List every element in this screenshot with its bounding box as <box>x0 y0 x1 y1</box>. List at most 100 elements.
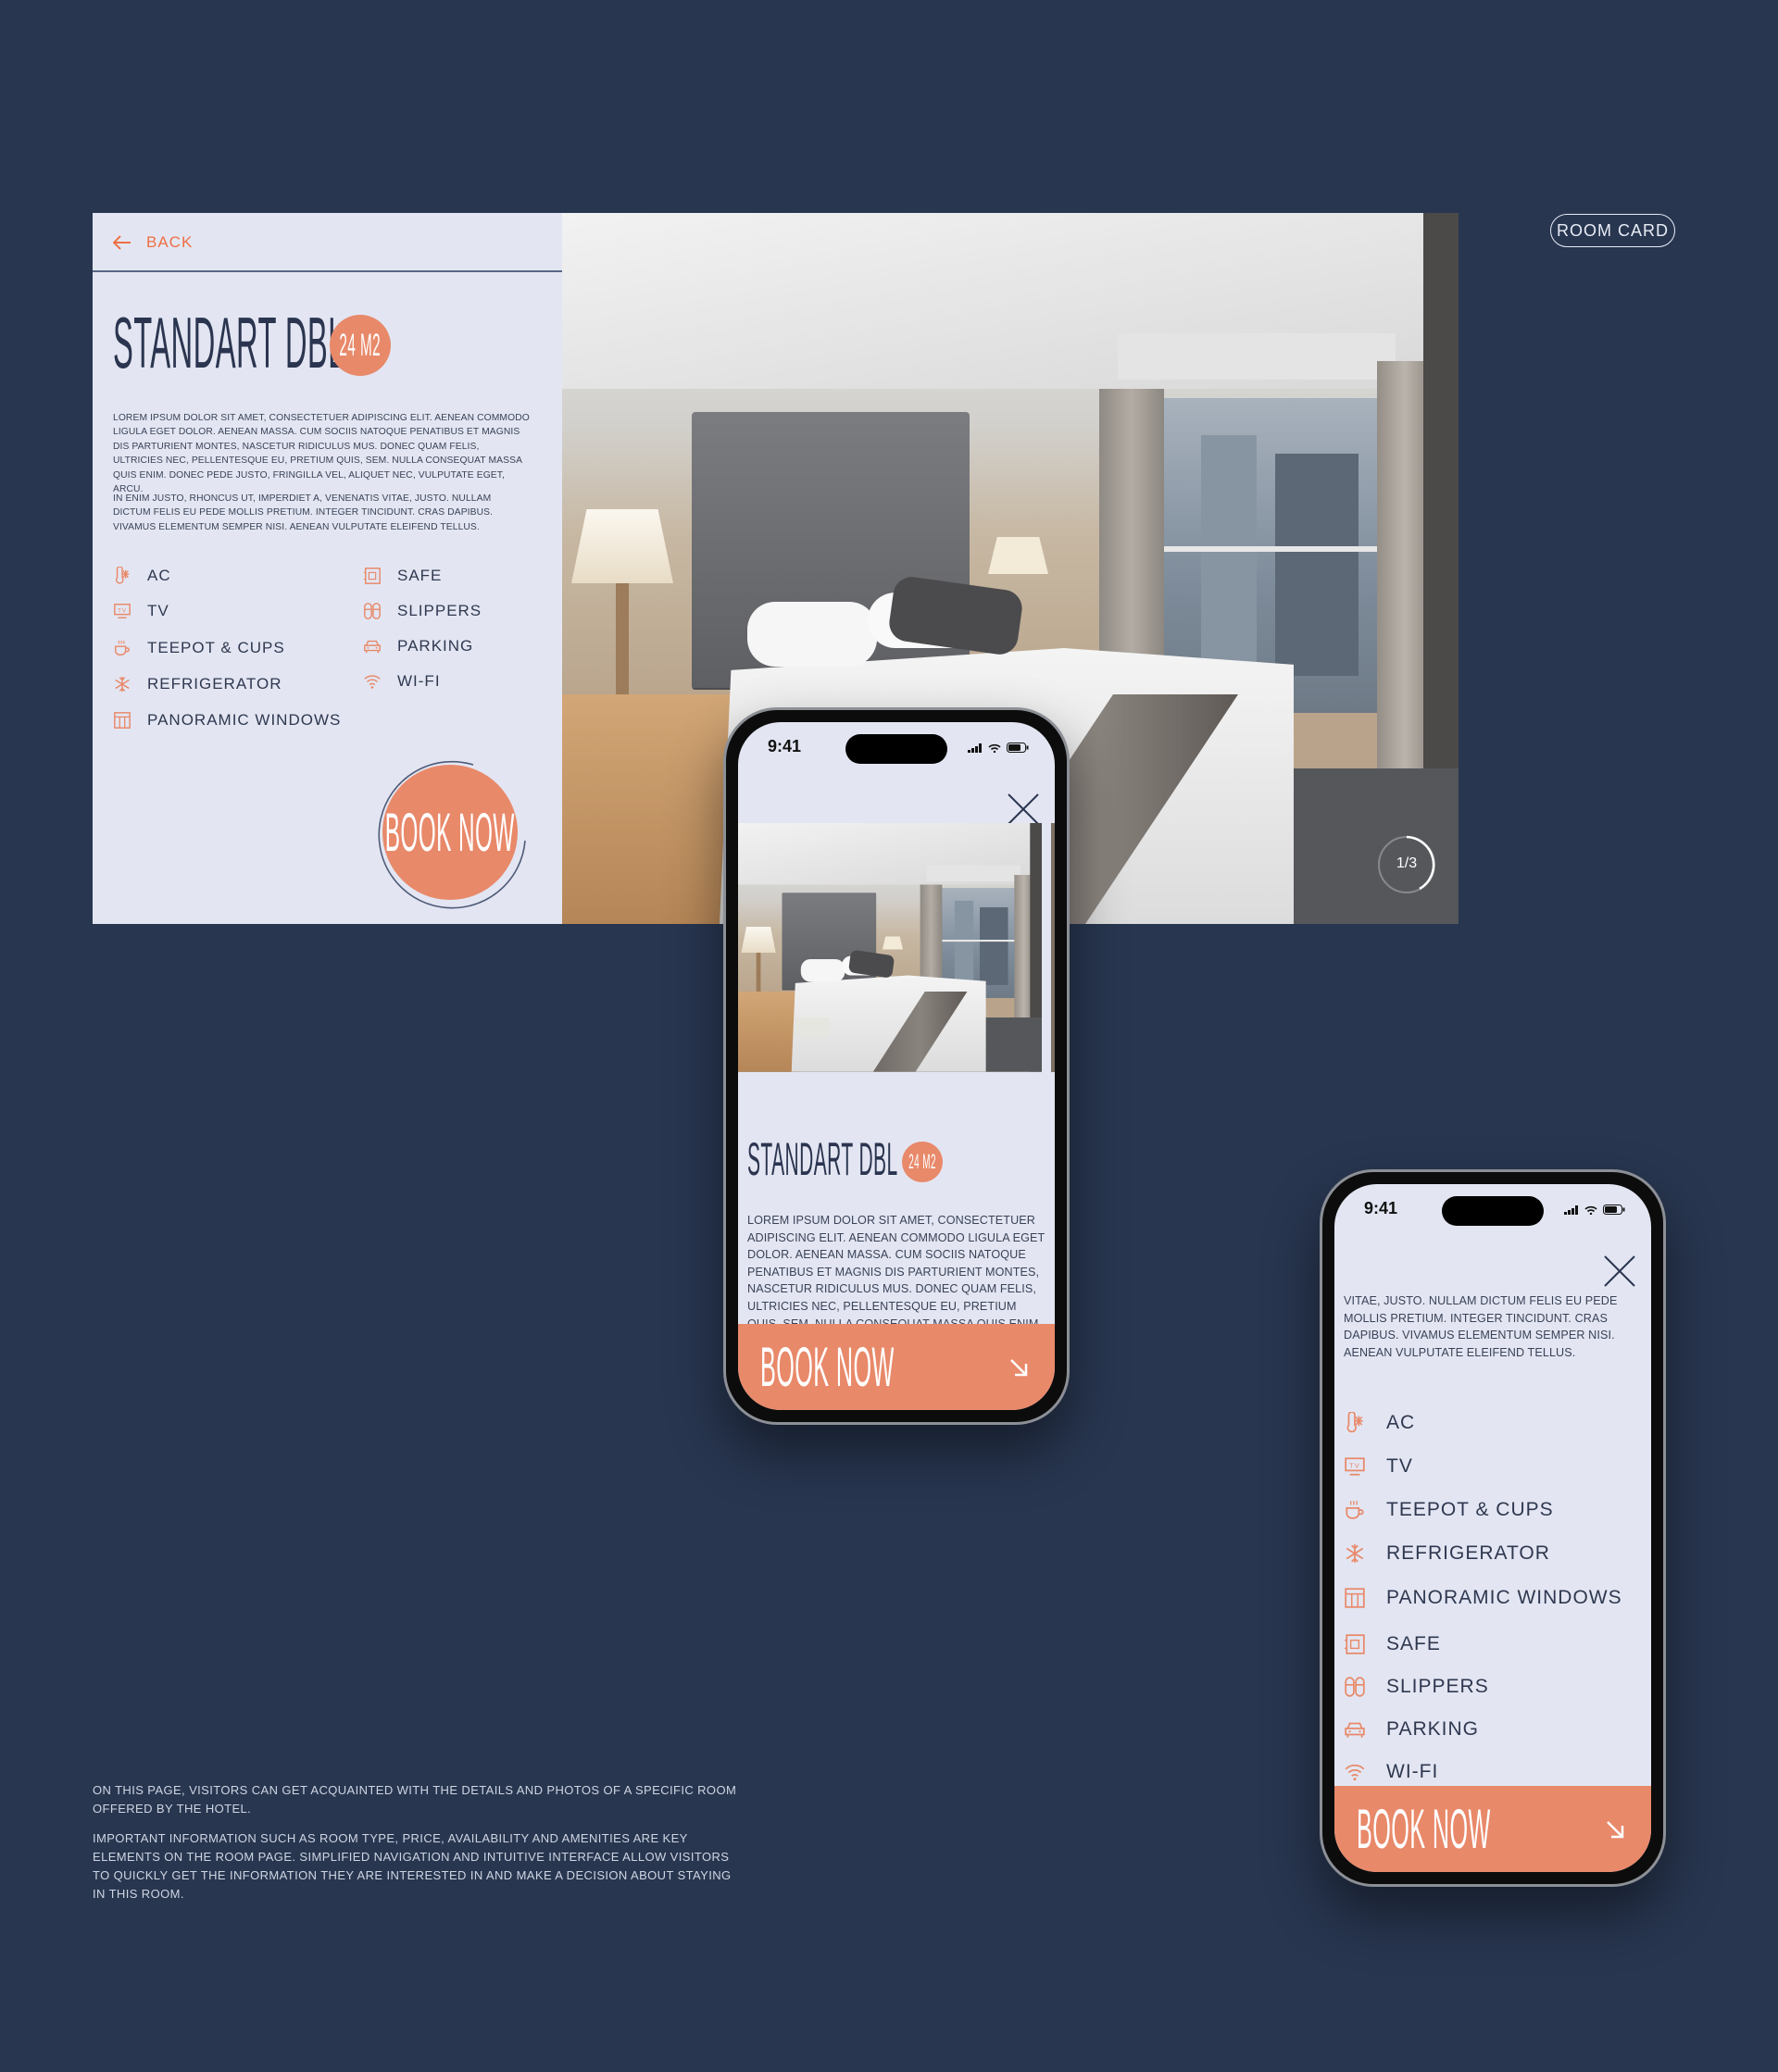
amenity-item: SAFE <box>363 567 442 585</box>
svg-text:TV: TV <box>1349 1462 1360 1470</box>
amenity-item: REFRIGERATOR <box>1344 1542 1550 1565</box>
snowflake-icon <box>115 676 130 693</box>
mobile-screen-2: 9:41 VITAE, JUSTO. NULLAM DICTUM FELIS E… <box>1334 1184 1651 1872</box>
amenity-label: PANORAMIC WINDOWS <box>1386 1587 1622 1608</box>
amenity-item: TV TV <box>1344 1455 1413 1478</box>
description-paragraph: ON THIS PAGE, VISITORS CAN GET ACQUAINTE… <box>93 1783 737 1816</box>
battery-icon <box>1603 1205 1625 1215</box>
car-icon <box>1345 1722 1365 1738</box>
mobile-screen-1: 9:41 STANDART DBL 24 M2 LOREM IPSUM DOLO… <box>738 722 1055 1410</box>
amenity-label: PARKING <box>397 637 474 655</box>
mobile-description: VITAE, JUSTO. NULLAM DICTUM FELIS EU PED… <box>1344 1294 1618 1359</box>
room-card-tag: ROOM CARD <box>1550 214 1675 247</box>
amenity-item: SAFE <box>1344 1633 1441 1655</box>
photo-counter-label: 1/3 <box>1396 855 1418 871</box>
window-icon <box>114 712 131 729</box>
tv-icon: TV <box>1345 1457 1365 1476</box>
snowflake-icon <box>1346 1544 1364 1563</box>
wifi-status-icon <box>1584 1205 1597 1215</box>
header-divider <box>93 270 562 272</box>
amenity-item: TV TV <box>113 602 169 620</box>
area-badge: 24 M2 <box>330 315 391 376</box>
dynamic-island <box>845 734 947 764</box>
cup-icon <box>115 640 130 655</box>
status-time: 9:41 <box>1364 1199 1398 1217</box>
page-description: ON THIS PAGE, VISITORS CAN GET ACQUAINTE… <box>93 1781 741 1903</box>
amenity-item: REFRIGERATOR <box>113 675 282 693</box>
arrow-down-right-icon <box>1607 1821 1624 1839</box>
amenity-item: AC <box>113 567 171 585</box>
amenity-label: PANORAMIC WINDOWS <box>147 711 342 729</box>
back-label: BACK <box>146 233 194 251</box>
back-button[interactable]: BACK <box>113 231 193 254</box>
car-icon <box>364 640 381 654</box>
room-info-panel: BACK STANDART DBL 24 M2 LOREM IPSUM DOLO… <box>93 213 562 924</box>
amenity-label: TV <box>147 602 169 619</box>
safe-icon <box>363 568 381 584</box>
amenity-label: WI-FI <box>397 672 441 690</box>
amenity-item: PANORAMIC WINDOWS <box>1344 1587 1622 1609</box>
amenity-label: WI-FI <box>1386 1761 1439 1782</box>
amenity-item: SLIPPERS <box>363 602 482 620</box>
amenity-item: PANORAMIC WINDOWS <box>113 711 341 730</box>
book-now-label: BOOK NOW <box>760 1336 895 1398</box>
signal-icon <box>968 743 982 753</box>
signal-icon <box>1564 1205 1578 1215</box>
wifi-icon <box>364 675 381 689</box>
amenity-item: PARKING <box>363 637 473 655</box>
amenity-item: WI-FI <box>363 672 441 691</box>
ac-icon <box>1346 1412 1363 1433</box>
amenity-label: PARKING <box>1386 1718 1479 1740</box>
safe-icon <box>1345 1634 1365 1654</box>
amenity-item: TEEPOT & CUPS <box>1344 1499 1554 1521</box>
close-icon[interactable] <box>1603 1254 1636 1288</box>
description-paragraph: IMPORTANT INFORMATION SUCH AS ROOM TYPE,… <box>93 1831 732 1901</box>
wifi-status-icon <box>988 743 1001 753</box>
slippers-icon <box>1345 1677 1365 1697</box>
slippers-icon <box>364 603 381 619</box>
status-icons <box>968 743 1029 753</box>
amenity-label: SAFE <box>397 567 443 584</box>
room-photo <box>738 823 1042 1072</box>
amenity-label: TV <box>1386 1455 1413 1477</box>
arrow-left-icon <box>113 235 131 250</box>
amenity-item: AC <box>1344 1412 1415 1434</box>
amenity-label: SAFE <box>1386 1633 1441 1654</box>
amenity-label: TEEPOT & CUPS <box>1386 1499 1554 1520</box>
amenity-label: REFRIGERATOR <box>1386 1542 1550 1564</box>
mobile-area-badge: 24 M2 <box>902 1142 943 1182</box>
amenity-label: AC <box>1386 1412 1416 1433</box>
next-photo-preview <box>1051 823 1055 1072</box>
mobile-mockup-2: 9:41 VITAE, JUSTO. NULLAM DICTUM FELIS E… <box>1320 1169 1666 1887</box>
close-icon[interactable] <box>1007 793 1040 826</box>
svg-text:TV: TV <box>118 607 127 614</box>
amenity-item: SLIPPERS <box>1344 1676 1489 1698</box>
ac-icon <box>115 567 130 584</box>
book-now-label: BOOK NOW <box>384 802 516 863</box>
tv-icon: TV <box>114 604 131 618</box>
mobile-room-photo[interactable] <box>738 823 1042 1072</box>
mobile-book-now-button[interactable]: BOOK NOW <box>738 1324 1055 1410</box>
mobile-book-now-button[interactable]: BOOK NOW <box>1334 1786 1651 1872</box>
amenity-item: WI-FI <box>1344 1761 1438 1783</box>
amenity-label: REFRIGERATOR <box>147 675 282 693</box>
amenity-label: TEEPOT & CUPS <box>147 639 285 656</box>
amenity-label: AC <box>147 567 171 584</box>
amenity-label: SLIPPERS <box>1386 1676 1489 1697</box>
amenity-item: PARKING <box>1344 1718 1479 1741</box>
mobile-room-title: STANDART DBL <box>747 1133 898 1185</box>
wifi-icon <box>1345 1764 1365 1781</box>
book-now-button[interactable]: BOOK NOW <box>375 757 526 909</box>
arrow-down-right-icon <box>1010 1359 1028 1377</box>
room-description-2: IN ENIM JUSTO, RHONCUS UT, IMPERDIET A, … <box>113 493 494 532</box>
amenity-label: SLIPPERS <box>397 602 482 619</box>
amenity-item: TEEPOT & CUPS <box>113 639 285 657</box>
mobile-mockup-1: 9:41 STANDART DBL 24 M2 LOREM IPSUM DOLO… <box>723 707 1070 1425</box>
cup-icon <box>1346 1501 1364 1519</box>
status-icons <box>1564 1205 1625 1215</box>
battery-icon <box>1007 743 1029 753</box>
room-description: LOREM IPSUM DOLOR SIT AMET, CONSECTETUER… <box>113 413 530 495</box>
photo-counter: 1/3 <box>1375 833 1438 896</box>
status-time: 9:41 <box>768 737 802 755</box>
dynamic-island <box>1442 1196 1544 1226</box>
